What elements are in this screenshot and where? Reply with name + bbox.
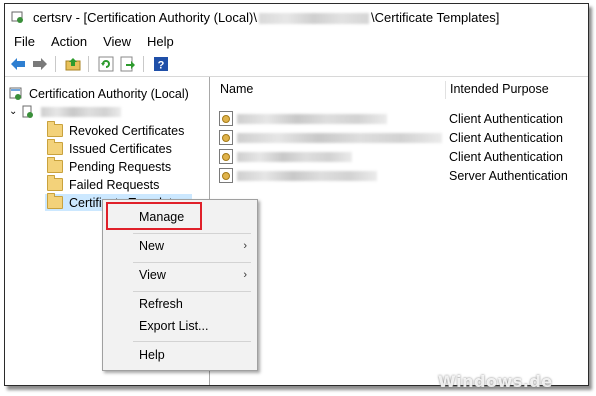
context-menu-new-label: New [139,239,165,253]
list-item[interactable]: Client Authentication [211,128,588,147]
window-title-prefix: certsrv - [Certification Authority (Loca… [33,9,257,25]
mmc-window: certsrv - [Certification Authority (Loca… [4,3,589,386]
svg-text:?: ? [158,60,165,72]
menu-separator [133,262,251,263]
column-header-purpose-label: Intended Purpose [450,82,549,96]
column-header-name[interactable]: Name [220,77,253,101]
toolbar-separator [143,56,144,72]
intended-purpose: Client Authentication [449,149,563,164]
certificate-template-icon [219,111,233,126]
folder-icon [47,121,63,137]
menu-action[interactable]: Action [44,34,94,49]
menu-view[interactable]: View [96,34,138,49]
intended-purpose: Client Authentication [449,130,563,145]
refresh-button[interactable] [97,55,115,73]
context-menu-export-list[interactable]: Export List... [103,315,257,337]
column-header-intended-purpose[interactable]: Intended Purpose [450,77,549,101]
help-icon: ? [154,57,168,72]
redacted-template-name [237,151,352,162]
details-pane: Name Intended Purpose Client Authenticat… [211,77,588,385]
forward-button[interactable] [31,55,49,73]
tree-item-pending[interactable]: Pending Requests [47,157,172,175]
tree-item-label: Pending Requests [69,159,172,174]
toolbar-separator [88,56,89,72]
redacted-template-name [237,170,377,181]
tree-root-label: Certification Authority (Local) [29,86,189,101]
redacted-template-name [237,132,442,143]
folder-icon [47,193,63,209]
certificate-template-icon [219,168,233,183]
tree-root[interactable]: Certification Authority (Local) [9,85,189,102]
list-item[interactable]: Client Authentication [211,147,588,166]
menu-separator [133,291,251,292]
context-menu-help-label: Help [139,348,165,362]
redacted-ca-node-name [41,106,122,117]
list-item[interactable]: Server Authentication [211,166,588,185]
tree-item-label: Revoked Certificates [69,123,185,138]
chevron-down-icon[interactable]: ⌄ [9,106,17,117]
tree-item-issued[interactable]: Issued Certificates [47,139,172,157]
window-title-suffix: \Certificate Templates] [370,9,500,25]
folder-icon [47,175,63,191]
export-list-icon [120,56,135,72]
column-header-name-label: Name [220,82,254,96]
menu-bar: File Action View Help [5,30,588,52]
refresh-icon [98,56,114,72]
ca-server-icon [21,105,35,119]
menu-separator [133,341,251,342]
ca-console-icon [9,87,23,101]
up-one-level-button[interactable] [64,55,82,73]
context-menu-refresh[interactable]: Refresh [103,293,257,315]
menu-separator [133,233,251,234]
folder-icon [47,157,63,173]
column-divider[interactable] [445,81,446,99]
chevron-right-icon: › [243,269,247,281]
context-menu-export-label: Export List... [139,319,209,333]
title-bar: certsrv - [Certification Authority (Loca… [5,4,588,30]
up-folder-icon [65,58,81,71]
certsrv-app-icon [11,10,25,24]
tree-item-label: Failed Requests [69,177,160,192]
list-item[interactable]: Client Authentication [211,109,588,128]
tree-item-revoked[interactable]: Revoked Certificates [47,121,185,139]
arrow-left-icon [11,58,25,70]
redacted-ca-name [258,12,369,24]
manage-highlight-annotation [106,202,202,230]
toolbar-separator [55,56,56,72]
context-menu-new[interactable]: New › [103,235,257,257]
redacted-template-name [237,113,387,124]
certificate-template-icon [219,149,233,164]
back-button[interactable] [9,55,27,73]
export-list-button[interactable] [119,55,137,73]
folder-icon [47,139,63,155]
context-menu-view-label: View [139,268,166,282]
menu-file[interactable]: File [7,34,42,49]
help-button[interactable]: ? [152,55,170,73]
menu-help[interactable]: Help [140,34,181,49]
chevron-right-icon: › [243,240,247,252]
context-menu-view[interactable]: View › [103,264,257,286]
arrow-right-icon [33,58,47,70]
context-menu-refresh-label: Refresh [139,297,183,311]
watermark: Windows.de [438,372,553,391]
tree-ca-node[interactable]: ⌄ [9,103,122,120]
tree-item-failed[interactable]: Failed Requests [47,175,160,193]
tree-item-label: Issued Certificates [69,141,172,156]
window-title: certsrv - [Certification Authority (Loca… [33,10,499,25]
certificate-template-icon [219,130,233,145]
toolbar: ? [5,52,588,77]
context-menu-help[interactable]: Help [103,344,257,366]
intended-purpose: Server Authentication [449,168,568,183]
intended-purpose: Client Authentication [449,111,563,126]
